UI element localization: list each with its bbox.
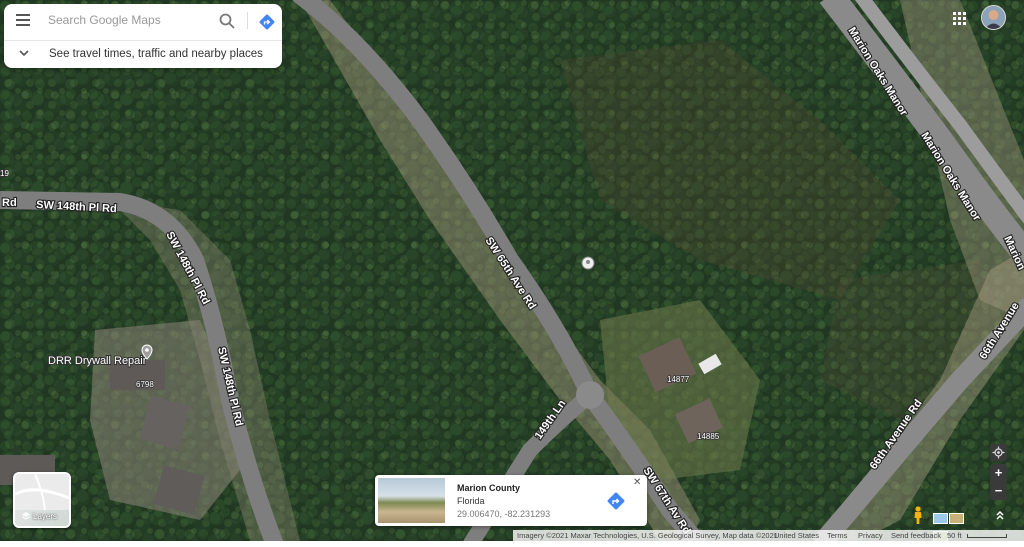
house-number-6798: 6798 (136, 380, 154, 389)
location-marker-icon[interactable] (581, 256, 595, 270)
house-number-14877: 14877 (667, 375, 690, 384)
road-label-rd-left[interactable]: Rd (1, 196, 18, 210)
country-link[interactable]: United States (774, 531, 819, 540)
search-divider (247, 12, 248, 29)
place-region: Florida (457, 496, 485, 506)
menu-icon[interactable] (16, 14, 30, 26)
privacy-link[interactable]: Privacy (858, 531, 883, 540)
layers-label: Layers (33, 512, 58, 521)
terms-link[interactable]: Terms (827, 531, 847, 540)
layers-button[interactable]: Layers (13, 472, 71, 528)
expand-icon[interactable] (994, 509, 1006, 521)
travel-times-row[interactable]: See travel times, traffic and nearby pla… (4, 42, 282, 68)
layers-thumbnail (15, 474, 69, 511)
house-number-14885: 14885 (697, 432, 720, 441)
close-icon[interactable]: ✕ (633, 477, 641, 488)
layers-icon (21, 512, 31, 520)
place-name: Marion County (457, 483, 520, 493)
search-row (4, 4, 282, 36)
thumbnail-terrain[interactable] (949, 513, 964, 524)
send-feedback-link[interactable]: Send feedback (891, 531, 941, 540)
my-location-button[interactable] (990, 444, 1007, 461)
imagery-thumbnails[interactable] (933, 511, 979, 542)
thumbnail-map[interactable] (933, 513, 948, 524)
travel-times-text: See travel times, traffic and nearby pla… (49, 48, 263, 60)
pegman-icon[interactable] (913, 506, 923, 524)
search-input[interactable] (48, 11, 208, 29)
attribution-bar: Imagery ©2021 Maxar Technologies, U.S. G… (513, 530, 1024, 541)
place-info-card[interactable]: Marion County Florida 29.006470, -82.231… (375, 475, 647, 526)
scale-label[interactable]: 50 ft (947, 531, 962, 540)
edge-number: 19 (0, 169, 9, 178)
panel-divider (4, 40, 282, 41)
directions-icon[interactable] (259, 14, 275, 30)
search-icon[interactable] (218, 12, 236, 30)
directions-icon[interactable] (607, 492, 625, 510)
scale-bar[interactable] (967, 534, 1007, 538)
crosshair-icon (992, 446, 1005, 459)
satellite-map[interactable]: Rd SW 148th Pl Rd SW 148th Pl Rd SW 148t… (0, 0, 1024, 541)
zoom-in-button[interactable]: + (990, 464, 1007, 482)
search-panel: See travel times, traffic and nearby pla… (4, 4, 282, 68)
zoom-out-button[interactable]: − (990, 482, 1007, 500)
zoom-controls: + − (990, 464, 1007, 500)
place-coordinates: 29.006470, -82.231293 (457, 509, 551, 519)
business-label[interactable]: DRR Drywall Repair (47, 354, 148, 368)
avatar[interactable] (981, 5, 1006, 30)
imagery-attribution: Imagery ©2021 Maxar Technologies, U.S. G… (517, 531, 778, 540)
chevron-down-icon (19, 50, 29, 57)
place-photo[interactable] (378, 478, 445, 523)
apps-grid-icon[interactable] (953, 12, 967, 26)
